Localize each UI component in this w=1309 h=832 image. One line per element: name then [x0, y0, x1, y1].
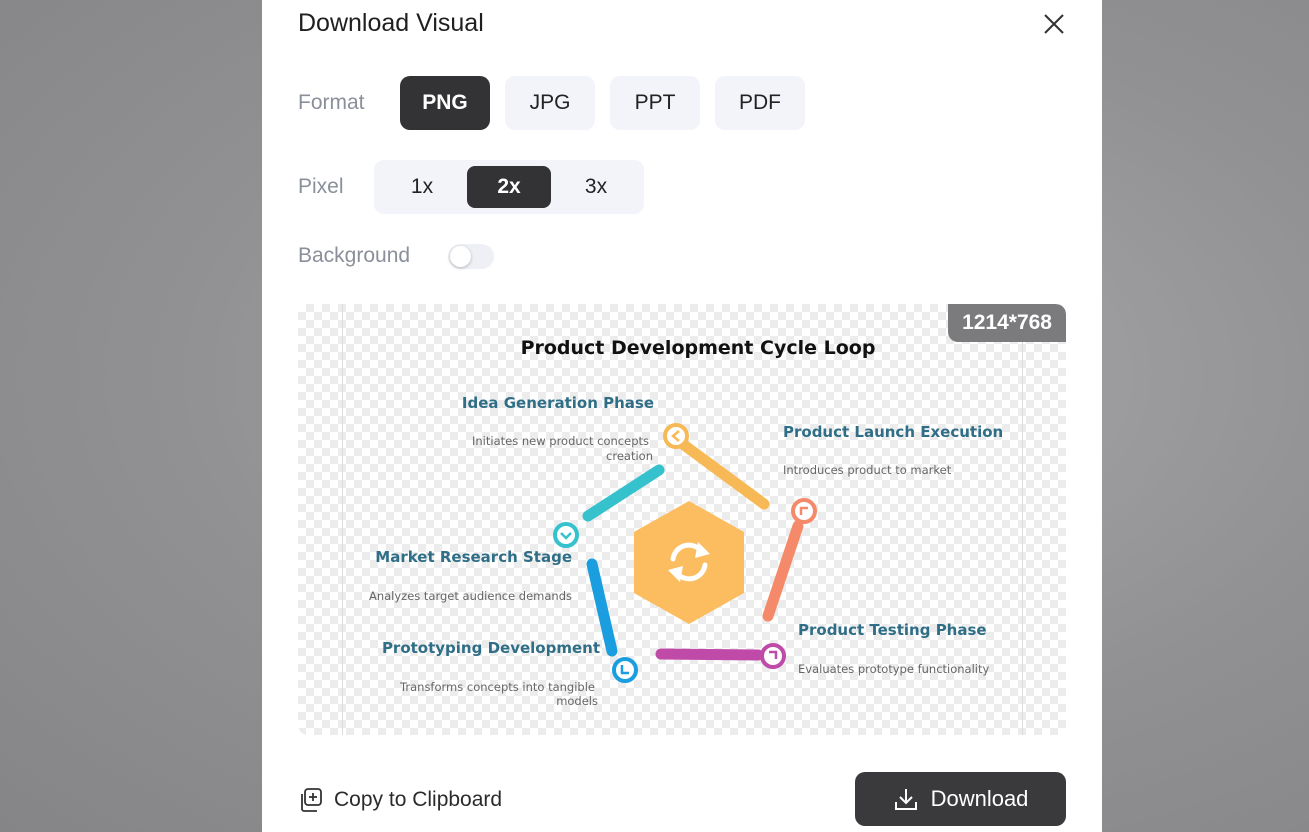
segment-idea-launch: [678, 439, 770, 510]
segment-launch-testing: [762, 520, 804, 622]
diagram-svg: Product Development Cycle Loop Idea Gene…: [369, 337, 1003, 708]
stage-idea-desc-1: Initiates new product concepts: [472, 434, 649, 448]
download-icon: [894, 789, 917, 810]
segment-testing-prototyping: [655, 648, 764, 661]
background-toggle[interactable]: [448, 244, 494, 269]
stage-market-title: Market Research Stage: [375, 548, 572, 566]
format-pdf-button[interactable]: PDF: [715, 76, 805, 130]
stage-testing-desc-1: Evaluates prototype functionality: [798, 662, 990, 676]
preview-area: 1214*768 Product Development Cycle Loop: [298, 304, 1066, 735]
stage-market-desc-1: Analyzes target audience demands: [369, 589, 572, 603]
stage-prototyping-desc-2: models: [556, 694, 598, 708]
pixel-2x-button[interactable]: 2x: [467, 166, 551, 208]
stage-launch-title: Product Launch Execution: [783, 423, 1003, 441]
stage-idea-desc-2: creation: [606, 449, 653, 463]
close-icon: [1044, 14, 1064, 34]
stage-launch-desc-1: Introduces product to market: [783, 463, 952, 477]
background-label: Background: [298, 244, 411, 267]
pixel-3x-button[interactable]: 3x: [554, 166, 638, 208]
center-hexagon: [634, 501, 744, 624]
pixel-1x-button[interactable]: 1x: [380, 166, 464, 208]
format-png-button[interactable]: PNG: [400, 76, 490, 130]
node-launch: [791, 498, 817, 524]
stage-prototyping-title: Prototyping Development: [382, 639, 600, 657]
copy-to-clipboard-button[interactable]: Copy to Clipboard: [298, 784, 502, 816]
copy-to-clipboard-label: Copy to Clipboard: [334, 788, 503, 811]
format-label: Format: [298, 91, 365, 114]
download-dialog: Download Visual Format PNG JPG PPT PDF P…: [262, 0, 1102, 832]
pixel-label: Pixel: [298, 175, 344, 198]
format-ppt-button[interactable]: PPT: [610, 76, 700, 130]
segment-market-idea: [582, 464, 665, 522]
close-button[interactable]: [1040, 10, 1068, 38]
segment-prototyping-market: [586, 558, 618, 657]
node-market: [553, 522, 579, 548]
format-jpg-button[interactable]: JPG: [505, 76, 595, 130]
download-label: Download: [930, 786, 1029, 811]
stage-testing-title: Product Testing Phase: [798, 621, 987, 639]
node-idea: [663, 423, 689, 449]
copy-icon: [301, 788, 322, 812]
dialog-title: Download Visual: [298, 9, 484, 37]
toggle-knob: [450, 246, 471, 267]
pixel-scale-group: 1x 2x 3x: [374, 160, 644, 214]
node-testing: [760, 643, 786, 669]
diagram-title: Product Development Cycle Loop: [521, 337, 876, 359]
download-button[interactable]: Download: [855, 772, 1066, 826]
node-prototyping: [612, 657, 638, 683]
stage-prototyping-desc-1: Transforms concepts into tangible: [399, 680, 595, 694]
stage-idea-title: Idea Generation Phase: [462, 394, 654, 412]
